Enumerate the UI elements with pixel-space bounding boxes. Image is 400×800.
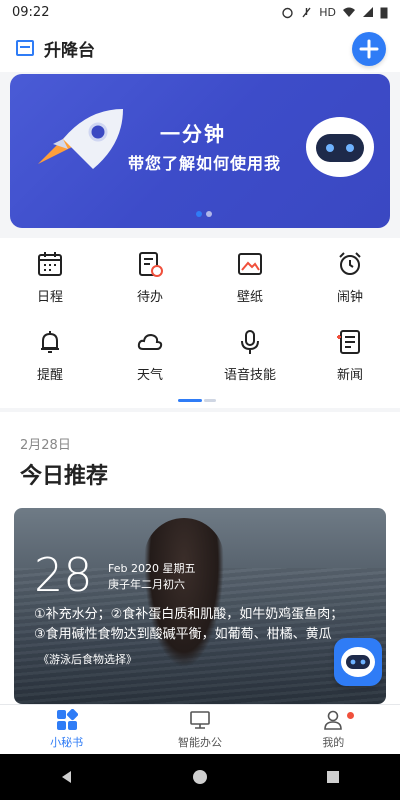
grid-page-inactive [204,399,216,402]
signal-status-icon [363,7,373,17]
banner-dot[interactable] [196,211,202,217]
card-tip-line: ③食用碱性食物达到酸碱平衡，如葡萄、柑橘、黄瓜 [34,627,332,642]
tab-label: 小秘书 [50,736,84,749]
status-bar: 09:22 HD [0,0,400,24]
card-day: 28 [34,548,93,602]
wifi-status-icon [343,7,355,17]
grid-page-indicator [178,399,216,402]
lift-desk-icon[interactable] [16,40,34,56]
shortcut-todo[interactable]: 待办 [100,238,200,316]
shortcut-label: 提醒 [36,367,63,383]
robot-mascot [306,117,374,177]
rec-title: 今日推荐 [20,464,109,489]
rocket-illustration [38,109,123,169]
shortcut-label: 日程 [36,289,63,305]
bottom-tab-bar: 小秘书 智能办公 我的 [0,704,400,754]
alarm-icon [339,251,361,275]
back-icon[interactable] [59,769,75,785]
shortcut-grid: 日程 待办 壁纸 闹钟 提醒 天气 语音技能 新闻 [0,238,400,408]
shortcut-weather[interactable]: 天气 [100,316,200,394]
tab-label: 智能办公 [177,736,222,749]
bell-icon [41,330,59,353]
device-title[interactable]: 升降台 [44,36,95,61]
news-icon [337,329,360,354]
tab-mine[interactable]: 我的 [267,705,400,754]
promo-banner[interactable]: 一分钟 带您了解如何使用我 [10,74,390,228]
shortcut-alarm[interactable]: 闹钟 [300,238,400,316]
shortcut-label: 待办 [136,289,163,305]
app-header: 升降台 [0,24,400,72]
alarm-status-icon [282,7,293,18]
assistant-icon [56,709,78,730]
notification-badge [346,712,354,719]
recents-icon[interactable] [325,769,341,785]
hd-indicator: HD [319,5,336,19]
monitor-icon [190,711,210,729]
tab-label: 我的 [322,736,345,749]
banner-title: 一分钟 [160,122,226,146]
shortcut-label: 语音技能 [223,367,276,383]
card-tip-line: ①补充水分；②食补蛋白质和肌酸，如牛奶鸡蛋鱼肉； [34,607,344,622]
shortcut-label: 天气 [136,367,163,383]
rec-date: 2月28日 [20,438,71,453]
plus-icon [359,39,379,59]
shortcut-voice-skills[interactable]: 语音技能 [200,316,300,394]
shortcut-label: 闹钟 [336,289,363,305]
battery-status-icon [380,7,388,18]
banner-dot[interactable] [206,211,212,217]
shortcut-reminder[interactable]: 提醒 [0,316,100,394]
shortcut-wallpaper[interactable]: 壁纸 [200,238,300,316]
todo-icon [139,251,163,277]
add-device-button[interactable] [352,32,386,66]
floating-assistant-button[interactable] [334,638,382,686]
user-icon [324,710,343,730]
grid-page-active [178,399,202,402]
swimmer-photo [144,518,224,668]
system-navigation-bar [0,754,400,800]
calendar-icon [38,251,62,276]
shortcut-news[interactable]: 新闻 [300,316,400,394]
shortcut-label: 壁纸 [236,289,263,305]
daily-card[interactable]: 28 Feb 2020 星期五 庚子年二月初六 ①补充水分；②食补蛋白质和肌酸，… [14,508,386,704]
shortcut-schedule[interactable]: 日程 [0,238,100,316]
banner-pagination [196,211,212,217]
mute-status-icon [302,7,311,17]
microphone-icon [241,329,259,354]
wallpaper-icon [238,252,262,275]
status-icons: HD [281,6,388,19]
card-month-week: Feb 2020 星期五 [108,562,196,575]
home-icon[interactable] [192,769,208,785]
tab-assistant[interactable]: 小秘书 [0,705,133,754]
banner-subtitle: 带您了解如何使用我 [128,154,282,173]
card-source: 《游泳后食物选择》 [38,653,137,666]
tab-smart-office[interactable]: 智能办公 [133,705,266,754]
card-lunar: 庚子年二月初六 [108,578,185,591]
cloud-icon [137,333,163,350]
robot-icon [341,647,375,677]
shortcut-label: 新闻 [336,367,363,383]
status-time: 09:22 [12,4,50,20]
